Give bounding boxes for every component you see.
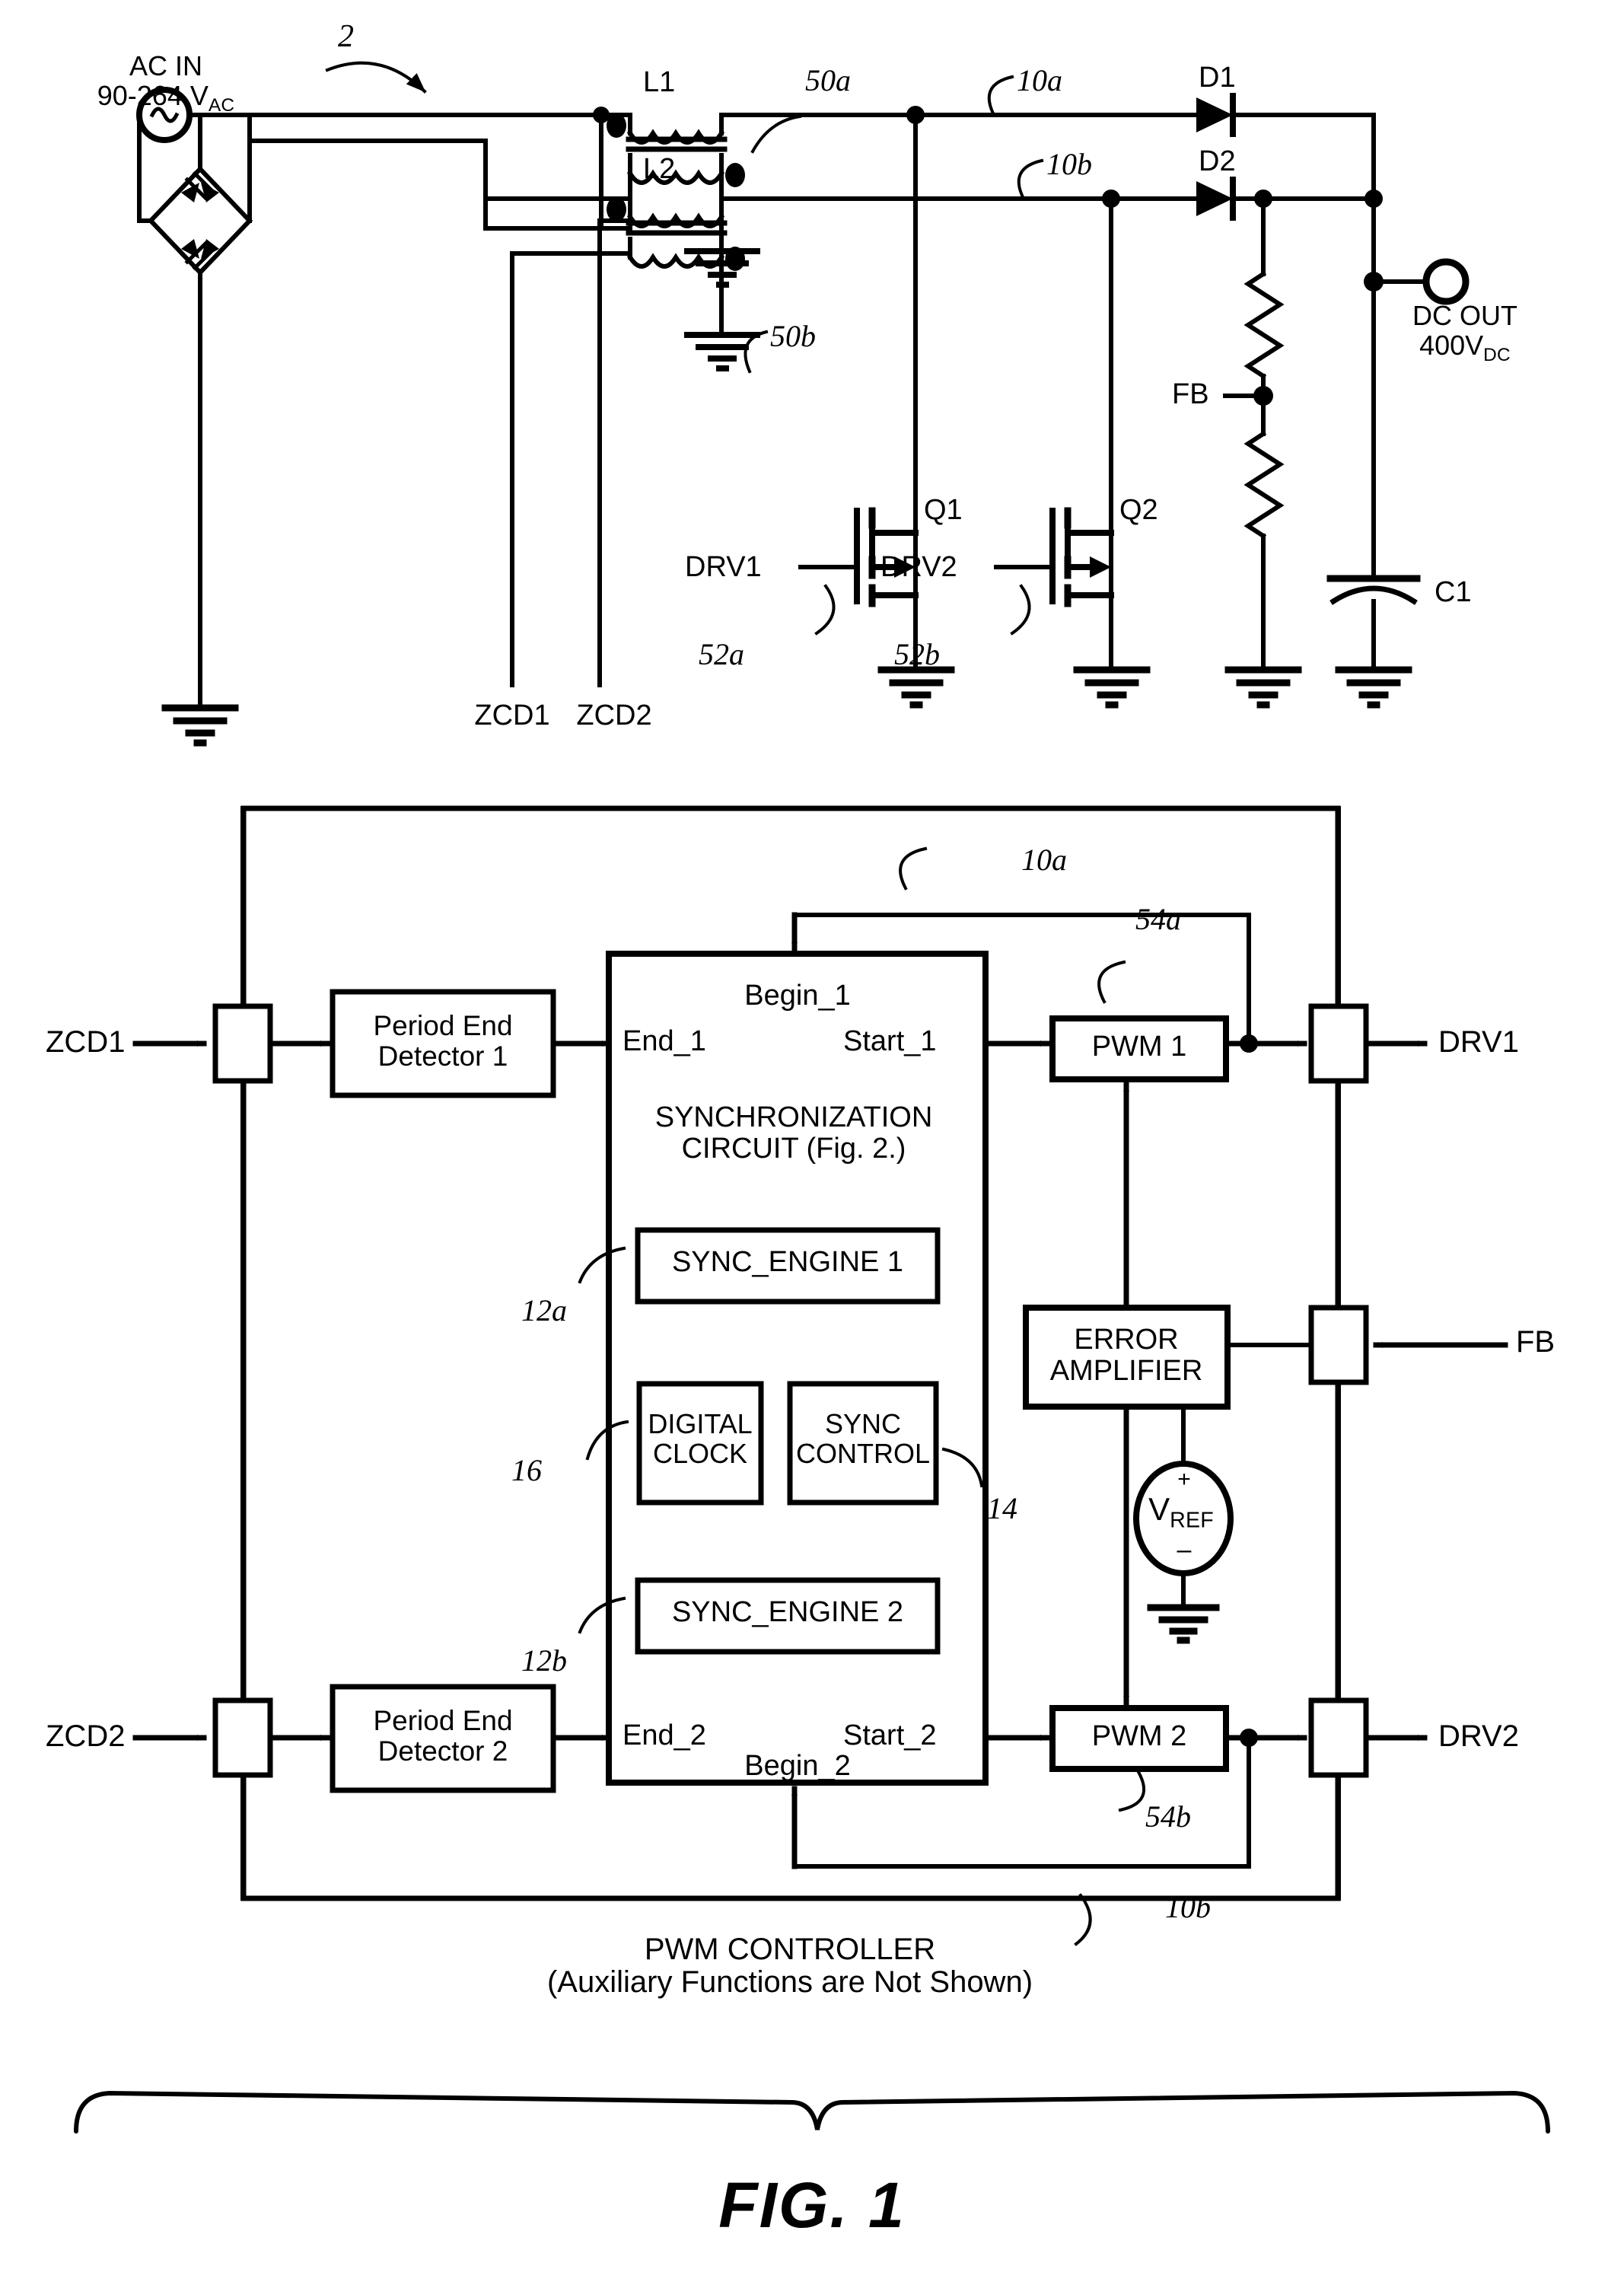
- sync-engine-1-block[interactable]: SYNC_ENGINE 1: [672, 1246, 903, 1278]
- zcd2-pin-label-top: ZCD2: [576, 700, 652, 731]
- port-end-1-label: End_1: [623, 1025, 706, 1057]
- callout-10a-feedback: 10a: [1021, 843, 1067, 877]
- ac-input-label: AC IN 90-264 VAC: [97, 50, 235, 116]
- callout-50b: 50b: [770, 319, 816, 353]
- callout-52a: 52a: [699, 637, 744, 671]
- drv2-pin-label[interactable]: DRV2: [1438, 1719, 1519, 1753]
- sync-circuit-title: SYNCHRONIZATION CIRCUIT (Fig. 2.): [654, 1101, 933, 1165]
- callout-14: 14: [987, 1491, 1017, 1525]
- transistor-q2-label: Q2: [1119, 494, 1158, 526]
- patent-figure-1: AC IN 90-264 VAC 2 L1 50a L2 50b 10a 10b…: [0, 0, 1624, 2285]
- callout-10b-feedback: 10b: [1165, 1890, 1211, 1924]
- vref-source-label: VREF: [1148, 1491, 1214, 1533]
- pwm-2-block[interactable]: PWM 2: [1092, 1720, 1187, 1752]
- diode-d1-label: D1: [1199, 62, 1236, 94]
- zcd1-input-label[interactable]: ZCD1: [46, 1025, 125, 1059]
- callout-12a: 12a: [521, 1293, 567, 1327]
- fb-pin-label[interactable]: FB: [1516, 1325, 1555, 1359]
- sync-engine-2-block[interactable]: SYNC_ENGINE 2: [672, 1596, 903, 1628]
- callout-52b: 52b: [894, 637, 940, 671]
- callout-54a: 54a: [1135, 902, 1181, 936]
- port-end-2-label: End_2: [623, 1719, 706, 1751]
- period-end-detector-2[interactable]: Period End Detector 2: [373, 1706, 512, 1767]
- inductor-l2-label: L2: [643, 153, 676, 185]
- inductor-l1-label: L1: [643, 66, 676, 98]
- period-end-detector-1[interactable]: Period End Detector 1: [373, 1011, 512, 1072]
- capacitor-c1-label: C1: [1435, 576, 1472, 608]
- drive-drv1-label: DRV1: [685, 551, 762, 583]
- pwm-controller-title: PWM CONTROLLER (Auxiliary Functions are …: [546, 1933, 1033, 2000]
- zcd1-pin-label-top: ZCD1: [474, 700, 550, 731]
- drv1-pin-label[interactable]: DRV1: [1438, 1025, 1519, 1059]
- error-amplifier-block[interactable]: ERROR AMPLIFIER: [1050, 1324, 1203, 1387]
- callout-10a: 10a: [1017, 63, 1062, 97]
- vref-plus-sign: +: [1177, 1467, 1191, 1492]
- port-start-1-label: Start_1: [843, 1025, 937, 1057]
- transistor-q1-label: Q1: [924, 494, 963, 526]
- callout-10b: 10b: [1046, 147, 1092, 181]
- port-begin-2-label: Begin_2: [744, 1750, 851, 1782]
- callout-16: 16: [511, 1453, 542, 1487]
- callout-50a: 50a: [805, 63, 851, 97]
- vref-minus-sign: –: [1177, 1535, 1192, 1564]
- digital-clock-block[interactable]: DIGITAL CLOCK: [648, 1409, 752, 1469]
- callout-12b: 12b: [521, 1643, 567, 1678]
- feedback-node-label: FB: [1172, 378, 1209, 410]
- port-start-2-label: Start_2: [843, 1719, 937, 1751]
- callout-54b: 54b: [1145, 1799, 1191, 1834]
- callout-2: 2: [338, 19, 354, 54]
- sync-control-block[interactable]: SYNC CONTROL: [796, 1409, 930, 1469]
- pwm-1-block[interactable]: PWM 1: [1092, 1031, 1187, 1063]
- zcd2-input-label[interactable]: ZCD2: [46, 1719, 125, 1753]
- diode-d2-label: D2: [1199, 145, 1236, 177]
- drive-drv2-label: DRV2: [880, 551, 957, 583]
- dc-output-label: DC OUT 400VDC: [1412, 300, 1517, 366]
- port-begin-1-label: Begin_1: [744, 980, 851, 1012]
- figure-caption: FIG. 1: [718, 2169, 906, 2241]
